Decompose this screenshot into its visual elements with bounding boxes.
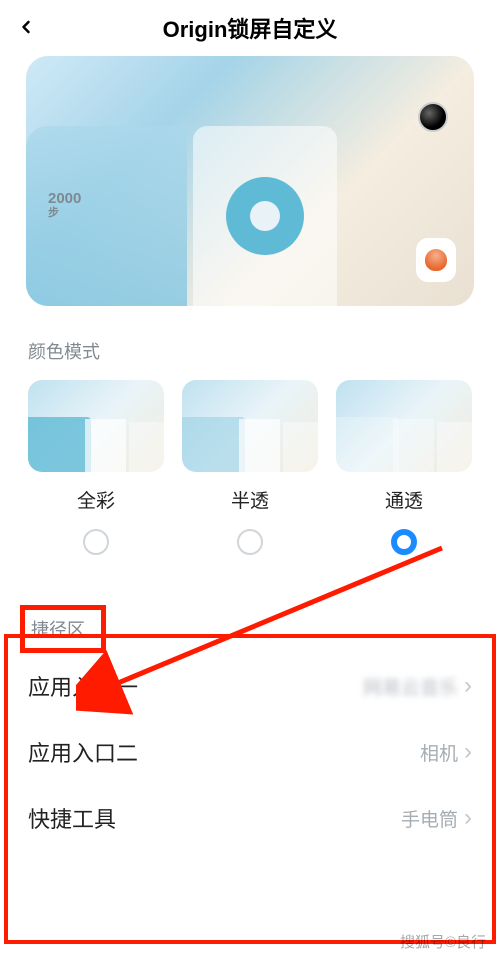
preview-right-panel	[337, 126, 474, 306]
color-mode-clear-label: 通透	[385, 486, 423, 513]
shortcut-entry-2-value: 相机	[420, 739, 458, 766]
color-mode-full-thumb	[28, 380, 164, 472]
color-mode-half[interactable]: 半透	[182, 380, 318, 555]
shortcut-entry-1-value: 网易云音乐	[363, 673, 458, 700]
color-mode-half-label: 半透	[231, 486, 269, 513]
color-mode-clear-thumb	[336, 380, 472, 472]
shortcut-tool[interactable]: 快捷工具 手电筒 ›	[20, 785, 480, 851]
app-icon-glyph	[425, 249, 447, 271]
color-mode-section-label: 颜色模式	[0, 306, 500, 380]
chevron-right-icon: ›	[464, 804, 472, 832]
color-mode-full-label: 全彩	[77, 486, 115, 513]
preview-app-icon	[416, 238, 456, 282]
watermark: 搜狐号©良行	[400, 931, 486, 952]
shortcut-section-title: 捷径区	[20, 605, 106, 653]
shortcut-entry-2[interactable]: 应用入口二 相机 ›	[20, 719, 480, 785]
steps-readout: 2000 步	[48, 191, 81, 219]
section-divider	[0, 583, 500, 595]
color-mode-clear[interactable]: 通透	[336, 380, 472, 555]
color-mode-clear-radio[interactable]	[391, 529, 417, 555]
color-mode-half-thumb	[182, 380, 318, 472]
chevron-right-icon: ›	[464, 672, 472, 700]
shortcut-entry-2-label: 应用入口二	[28, 736, 138, 768]
color-mode-options: 全彩 半透 通透	[0, 380, 500, 555]
color-mode-full-radio[interactable]	[83, 529, 109, 555]
steps-value: 2000	[48, 190, 81, 207]
back-button[interactable]	[16, 13, 36, 44]
shortcut-entry-1[interactable]: 应用入口一 网易云音乐 ›	[20, 653, 480, 719]
header: Origin锁屏自定义	[0, 0, 500, 56]
chevron-right-icon: ›	[464, 738, 472, 766]
shortcut-tool-label: 快捷工具	[28, 802, 116, 834]
steps-unit: 步	[48, 208, 81, 219]
preview-ring-icon	[226, 177, 304, 255]
color-mode-half-radio[interactable]	[237, 529, 263, 555]
color-mode-full[interactable]: 全彩	[28, 380, 164, 555]
shortcut-tool-value: 手电筒	[401, 805, 458, 832]
preview-center-panel	[193, 126, 336, 306]
page-title: Origin锁屏自定义	[163, 12, 338, 44]
lockscreen-preview: 2000 步	[26, 56, 474, 306]
shortcut-entry-1-label: 应用入口一	[28, 670, 138, 702]
shortcut-section: 捷径区 应用入口一 网易云音乐 › 应用入口二 相机 › 快捷工具 手电筒 ›	[0, 595, 500, 851]
camera-lens-icon	[418, 102, 448, 132]
